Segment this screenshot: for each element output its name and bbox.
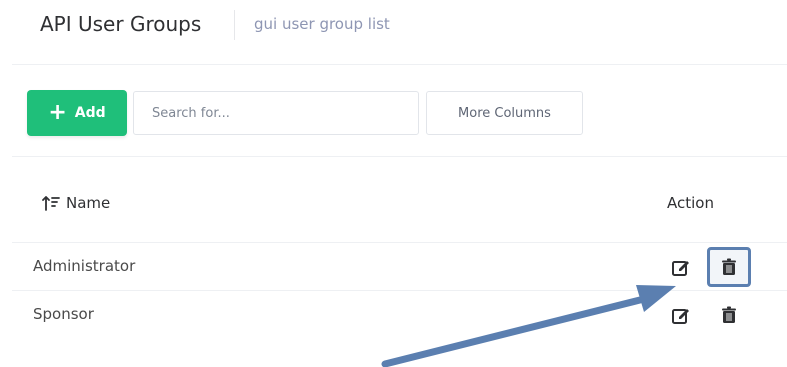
column-header-action: Action	[667, 194, 714, 212]
row-name: Sponsor	[33, 305, 94, 323]
edit-icon[interactable]	[671, 257, 691, 277]
edit-icon[interactable]	[671, 305, 691, 325]
page-title: API User Groups	[40, 12, 202, 36]
toolbar-divider	[12, 156, 787, 157]
add-button[interactable]: + Add	[27, 90, 127, 136]
row-name: Administrator	[33, 257, 136, 275]
page-subtitle: gui user group list	[254, 15, 390, 33]
page: API User Groups gui user group list + Ad…	[0, 0, 787, 367]
trash-icon[interactable]	[719, 305, 739, 325]
more-columns-label: More Columns	[458, 105, 551, 121]
add-button-label: Add	[74, 105, 106, 121]
sort-icon	[42, 195, 60, 211]
content-panel: + Add More Columns Name Action	[12, 64, 787, 367]
column-header-name[interactable]: Name	[42, 194, 110, 212]
more-columns-button[interactable]: More Columns	[426, 91, 583, 135]
plus-icon: +	[48, 100, 67, 125]
table-row[interactable]: Sponsor	[12, 290, 787, 339]
table-row[interactable]: Administrator	[12, 242, 787, 291]
title-divider	[234, 10, 235, 40]
trash-icon[interactable]	[719, 257, 739, 277]
toolbar: + Add More Columns	[12, 89, 787, 159]
search-input[interactable]	[133, 91, 419, 135]
page-header: API User Groups gui user group list	[0, 0, 787, 64]
column-header-name-label: Name	[66, 194, 111, 212]
